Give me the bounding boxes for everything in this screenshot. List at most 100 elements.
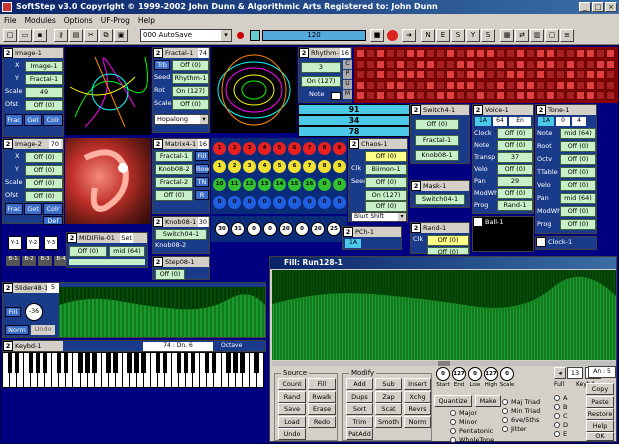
rhythm-cell[interactable] <box>406 49 415 58</box>
rhythm-cell[interactable] <box>366 59 375 69</box>
rhythm-cell[interactable] <box>596 59 605 69</box>
rhythm-cell[interactable] <box>526 59 535 69</box>
rhythm-m-button[interactable]: M <box>343 90 352 99</box>
note-box[interactable] <box>331 92 341 100</box>
chevron-down-icon[interactable]: ▾ <box>200 115 208 124</box>
maximize-button[interactable]: □ <box>592 2 604 12</box>
modify-zap-button[interactable]: Zap <box>375 390 402 403</box>
rhythm-cell[interactable] <box>466 70 475 79</box>
value-bar-2[interactable]: 34 <box>298 115 410 126</box>
rhythm-cell[interactable] <box>446 91 455 100</box>
rhythm-cell[interactable] <box>586 49 595 58</box>
rhythm-cell[interactable] <box>476 70 485 79</box>
black-key[interactable] <box>226 353 231 373</box>
matrix-cell[interactable]: 13 <box>258 178 271 191</box>
slot-option[interactable]: A <box>554 393 568 402</box>
modify-xchg-button[interactable]: Xchg <box>404 390 431 403</box>
rhythm-cell[interactable] <box>516 80 525 90</box>
rhythm-cell[interactable] <box>436 91 445 100</box>
help-button[interactable]: Help <box>586 420 614 432</box>
module-value[interactable]: 5 <box>47 283 59 293</box>
chaos-input-1[interactable]: Off (0) <box>365 151 407 162</box>
rhythm-cell[interactable] <box>476 59 485 69</box>
knob[interactable]: 0 <box>263 222 277 236</box>
module-value[interactable]: 16 <box>339 48 350 58</box>
rand-input-1[interactable]: Off (0) <box>427 235 469 246</box>
rhythm-cell[interactable] <box>426 59 435 69</box>
voice-value-2[interactable]: 64 <box>493 117 507 126</box>
seed-input[interactable]: Rhythm-1 <box>172 73 209 84</box>
chord-option[interactable]: Maj Triad <box>502 397 540 406</box>
rhythm-p-button[interactable]: P <box>343 70 352 79</box>
rhythm-cell[interactable] <box>506 80 515 90</box>
rhythm-cell[interactable] <box>446 80 455 90</box>
full-checkbox-label[interactable]: Full <box>554 381 564 388</box>
channel-value[interactable]: 1A <box>475 117 491 126</box>
get-button[interactable]: Get <box>24 114 42 126</box>
rhythm-input-1[interactable]: 3 <box>301 62 341 73</box>
matrix-input-4[interactable]: Off (0) <box>155 190 193 201</box>
rhythm-cell[interactable] <box>606 70 615 79</box>
trb-button[interactable]: Trb <box>154 60 170 70</box>
frac-button[interactable]: Frac <box>5 203 23 215</box>
radio-icon[interactable] <box>502 425 508 432</box>
chaos-input-5[interactable]: Off (0) <box>365 201 407 212</box>
tone-input[interactable]: Off (0) <box>560 180 596 191</box>
matrix-cell[interactable]: 0 <box>318 196 331 209</box>
rhythm-input-2[interactable]: On (127) <box>301 76 341 87</box>
mode-s2[interactable]: S <box>481 29 495 42</box>
radio-icon[interactable] <box>450 418 456 425</box>
rhythm-cell[interactable] <box>516 59 525 69</box>
rhythm-cell[interactable] <box>516 91 525 100</box>
print-icon[interactable]: ▤ <box>69 29 83 42</box>
minimize-button[interactable]: _ <box>579 2 591 12</box>
black-key[interactable] <box>141 353 146 373</box>
matrix-cell[interactable]: 7 <box>303 142 316 155</box>
chevron-down-icon[interactable]: ▾ <box>221 30 231 41</box>
voice-input[interactable]: Off (0) <box>497 128 533 139</box>
source-redo-button[interactable]: Redo <box>308 415 336 428</box>
y-2-knob[interactable]: Y-2 <box>26 236 40 250</box>
matrix-cell[interactable]: 2 <box>228 142 241 155</box>
rhythm-cell[interactable] <box>376 59 385 69</box>
matrix-cell[interactable]: 3 <box>243 142 256 155</box>
rhythm-cell[interactable] <box>386 80 395 90</box>
rhythm-cell[interactable] <box>366 80 375 90</box>
rhythm-cell[interactable] <box>506 91 515 100</box>
radio-icon[interactable] <box>554 403 560 410</box>
rhythm-cell[interactable] <box>426 70 435 79</box>
module-value[interactable]: 16 <box>197 139 208 149</box>
undo-button[interactable]: Undo <box>31 325 55 335</box>
rhythm-cell[interactable] <box>546 49 555 58</box>
scale-option[interactable]: Pentatonic <box>450 426 494 435</box>
fill-knob[interactable]: 0 <box>500 367 514 381</box>
y-1-knob[interactable]: Y-1 <box>8 236 22 250</box>
midifile-input-1[interactable]: Off (0) <box>69 246 107 257</box>
rhythm-cell[interactable] <box>546 70 555 79</box>
value-bar-3[interactable]: 78 <box>298 126 410 137</box>
rhythm-cell[interactable] <box>606 91 615 100</box>
rhythm-cell[interactable] <box>566 49 575 58</box>
scale-input[interactable]: 49 <box>25 87 63 98</box>
modify-insert-button[interactable]: Insert <box>404 378 431 390</box>
voice-input[interactable]: Off (0) <box>497 140 533 151</box>
radio-icon[interactable] <box>554 421 560 428</box>
tone-input[interactable]: Off (0) <box>560 167 596 178</box>
rand-input-2[interactable]: Off (0) <box>427 247 469 255</box>
knob[interactable]: 30 <box>215 222 229 236</box>
matrix-input-1[interactable]: Fractal-1 <box>155 151 193 162</box>
radio-icon[interactable] <box>554 412 560 419</box>
rhythm-cell[interactable] <box>526 49 535 58</box>
save-icon[interactable]: ▪ <box>33 29 47 42</box>
source-load-button[interactable]: Load <box>278 415 306 428</box>
black-key[interactable] <box>190 353 196 373</box>
x-input[interactable]: Image-1 <box>25 61 63 72</box>
module-number[interactable]: 2 <box>67 233 77 243</box>
voice-input[interactable]: 37 <box>497 152 533 163</box>
y-input[interactable]: Fractal-1 <box>25 74 63 85</box>
seed-input[interactable]: Off (0) <box>365 177 407 188</box>
rhythm-cell[interactable] <box>396 59 405 69</box>
rhythm-cell[interactable] <box>356 49 365 58</box>
rhythm-cell[interactable] <box>566 59 575 69</box>
black-key[interactable] <box>134 353 139 373</box>
